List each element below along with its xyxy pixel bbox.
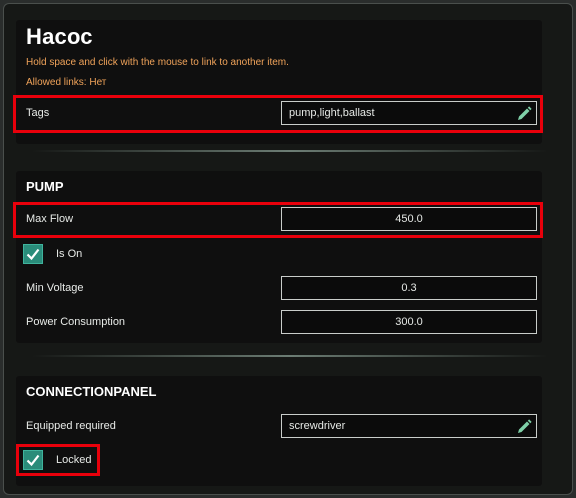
- checkmark-icon: [26, 454, 40, 467]
- equipped-required-value: screwdriver: [289, 420, 346, 432]
- power-consumption-field[interactable]: 300.0: [281, 310, 537, 334]
- is-on-label: Is On: [56, 248, 83, 260]
- min-voltage-value: 0.3: [401, 282, 417, 294]
- item-editor-panel: Насос Hold space and click with the mous…: [3, 3, 573, 495]
- min-voltage-label: Min Voltage: [26, 282, 84, 294]
- section-divider: [32, 150, 548, 152]
- edit-pencil-icon[interactable]: [516, 106, 532, 122]
- max-flow-value: 450.0: [395, 213, 423, 225]
- locked-label: Locked: [56, 454, 92, 466]
- is-on-checkbox[interactable]: [23, 244, 43, 264]
- section-divider: [32, 355, 548, 357]
- power-consumption-label: Power Consumption: [26, 316, 126, 328]
- allowed-links: Allowed links: Нет: [26, 77, 107, 88]
- item-title: Насос: [26, 24, 93, 49]
- max-flow-field[interactable]: 450.0: [281, 207, 537, 231]
- locked-checkbox[interactable]: [23, 450, 43, 470]
- connection-panel-heading: CONNECTIONPANEL: [26, 384, 157, 399]
- tags-field[interactable]: pump,light,ballast: [281, 101, 537, 125]
- edit-pencil-icon[interactable]: [516, 419, 532, 435]
- pump-heading: PUMP: [26, 179, 64, 194]
- equipped-required-field[interactable]: screwdriver: [281, 414, 537, 438]
- link-hint: Hold space and click with the mouse to l…: [26, 57, 289, 68]
- tags-label: Tags: [26, 107, 50, 119]
- checkmark-icon: [26, 248, 40, 261]
- power-consumption-value: 300.0: [395, 316, 423, 328]
- min-voltage-field[interactable]: 0.3: [281, 276, 537, 300]
- tags-value: pump,light,ballast: [289, 107, 375, 119]
- equipped-required-label: Equipped required: [26, 420, 116, 432]
- max-flow-label: Max Flow: [26, 213, 74, 225]
